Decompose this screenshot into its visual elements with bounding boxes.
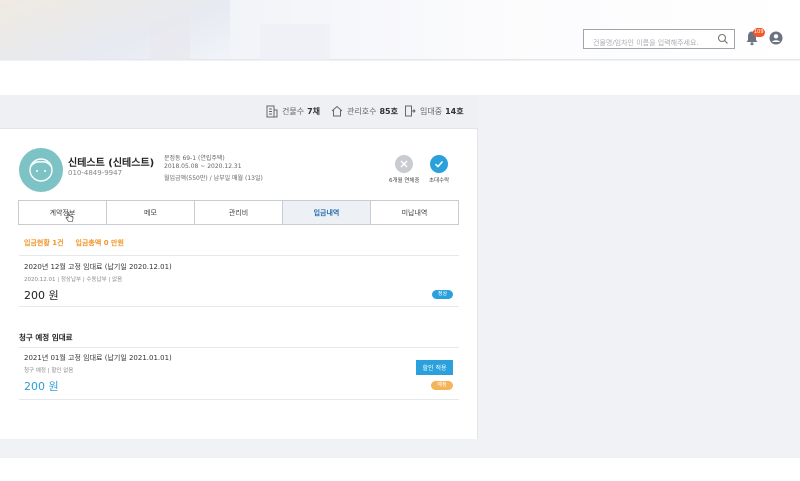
status-badge: 정상 [432, 290, 453, 299]
deposit-details: 2020.12.01 | 정상납부 | 수동납부 | 없음 [24, 277, 123, 283]
user-icon[interactable] [769, 31, 783, 45]
overdue-label: 6개월 연체중 [389, 178, 420, 184]
tab-bar: 계약정보 메모 관리비 입금내역 미납내역 [18, 200, 459, 225]
invite-accept-button[interactable] [430, 155, 448, 173]
divider [19, 255, 459, 256]
deposit-title: 2020년 12월 고정 임대료 (납기일 2020.12.01) [24, 263, 172, 271]
deposit-amount: 200 원 [24, 289, 59, 302]
close-icon [400, 160, 408, 168]
search-box [583, 29, 735, 52]
stat-label: 임대중 [420, 106, 443, 116]
tenant-panel: 건물수 7채 관리호수 85호 임대중 14호 신테스트 (신테스트) 010-… [0, 95, 478, 439]
tab-maintenance[interactable]: 관리비 [195, 201, 283, 224]
stat-value: 7채 [307, 106, 321, 116]
stat-leased: 임대중 14호 [404, 104, 464, 118]
header-background-image [150, 14, 190, 60]
deposit-count: 입금현황 1건 [24, 239, 64, 247]
notification-badge: 109 [753, 28, 765, 37]
search-icon[interactable] [717, 33, 729, 45]
avatar [19, 148, 63, 192]
tab-deposits[interactable]: 입금내역 [283, 201, 371, 224]
invite-accept-label: 초대수락 [429, 178, 450, 184]
tenant-phone: 010-4849-9947 [68, 169, 123, 177]
stats-bar: 건물수 7채 관리호수 85호 임대중 14호 [0, 95, 478, 129]
stat-value: 14호 [445, 106, 464, 116]
tab-contract[interactable]: 계약정보 [19, 201, 107, 224]
divider [19, 347, 459, 348]
check-icon [434, 160, 444, 168]
footer-strip [0, 458, 800, 481]
hand-cursor-icon [65, 212, 74, 222]
upcoming-title: 2021년 01월 고정 임대료 (납기일 2021.01.01) [24, 354, 172, 362]
face-icon [29, 158, 53, 182]
status-badge: 예정 [431, 381, 453, 390]
deposit-total: 입금총액 0 만원 [75, 239, 124, 247]
payment-info: 월입금액(550만) / 납부일 매월 (13일) [164, 175, 263, 182]
divider [19, 306, 459, 307]
tab-unpaid[interactable]: 미납내역 [371, 201, 458, 224]
search-input[interactable] [584, 34, 712, 52]
tenant-name: 신테스트 (신테스트) [68, 158, 155, 169]
stat-value: 85호 [379, 106, 398, 116]
upcoming-section-title: 청구 예정 임대료 [19, 333, 73, 342]
sub-header [0, 61, 800, 95]
house-icon [331, 105, 343, 117]
contract-period: 2018.05.08 ~ 2020.12.31 [164, 163, 242, 170]
apply-discount-button[interactable]: 할인 적용 [416, 360, 453, 375]
tab-memo[interactable]: 메모 [107, 201, 195, 224]
overdue-button[interactable] [395, 155, 413, 173]
upcoming-amount: 200 원 [24, 380, 59, 393]
upcoming-details: 청구 예정 | 할인 없음 [24, 368, 74, 374]
building-icon [266, 105, 278, 117]
tenant-address: 문정동 69-1 (연립주택) [164, 155, 225, 162]
header-background-image [0, 0, 230, 60]
stat-label: 건물수 [282, 106, 305, 116]
deposit-summary: 입금현황 1건 입금총액 0 만원 [24, 238, 124, 248]
stat-buildings: 건물수 7채 [266, 104, 320, 118]
divider [19, 399, 459, 400]
stat-label: 관리호수 [347, 106, 377, 116]
door-icon [405, 105, 416, 117]
stat-units: 관리호수 85호 [331, 104, 398, 118]
header-background-image [260, 24, 330, 60]
